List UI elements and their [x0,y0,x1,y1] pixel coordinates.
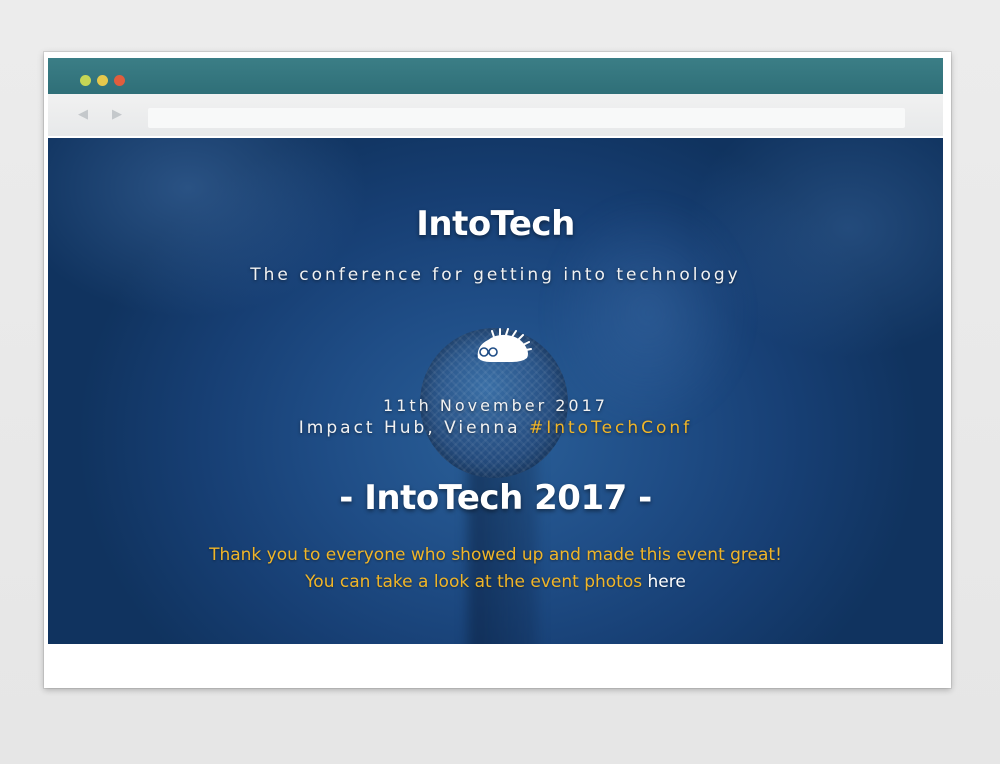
photos-message-text: You can take a look at the event photos [305,572,643,592]
chevron-right-icon[interactable]: ▶ [110,108,124,122]
site-tagline: The conference for getting into technolo… [250,265,741,285]
photos-link[interactable]: here [648,572,686,592]
edition-heading: - IntoTech 2017 - [339,478,652,518]
page-viewport: IntoTech The conference for getting into… [48,138,943,644]
thanks-message: Thank you to everyone who showed up and … [209,545,782,565]
event-hashtag: #IntoTechConf [528,418,693,438]
event-date: 11th November 2017 [383,396,608,415]
address-bar[interactable] [148,108,905,128]
browser-window: ◀ ▶ IntoTech The conference for getting … [44,52,951,688]
close-dot-icon[interactable] [114,75,125,86]
event-location: Impact Hub, Vienna [298,418,521,438]
hedgehog-icon [474,328,532,362]
browser-titlebar [48,58,943,94]
site-title: IntoTech [416,204,575,244]
minimize-dot-icon[interactable] [80,75,91,86]
event-location-line: Impact Hub, Vienna #IntoTechConf [48,418,943,438]
photos-message: You can take a look at the event photos … [48,572,943,592]
browser-toolbar: ◀ ▶ [48,94,943,136]
chevron-left-icon[interactable]: ◀ [76,108,90,122]
maximize-dot-icon[interactable] [97,75,108,86]
page-below-fold [48,644,943,680]
